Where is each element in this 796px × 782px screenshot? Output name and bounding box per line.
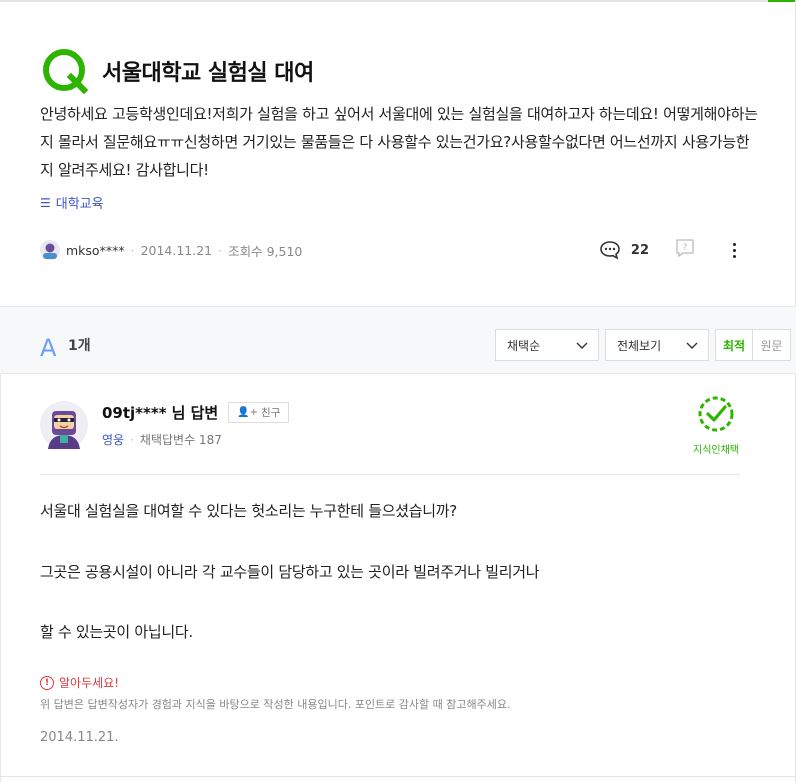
more-dot-icon [733, 248, 736, 252]
question-title: 서울대학교 실험실 대여 [102, 61, 314, 86]
question-tag-label: 대학교육 [55, 197, 104, 212]
more-dot-icon [733, 242, 736, 246]
comment-count: 22 [630, 242, 649, 258]
order-toggle: 최적 원문 [715, 329, 791, 361]
answer-line: 그곳은 공용시설이 아니라 각 교수들이 담당하고 있는 곳이라 빌려주거나 빌… [40, 563, 540, 581]
question-views: 조회수 9,510 [228, 243, 303, 259]
meta-separator: · [218, 242, 223, 258]
answer-line: 할 수 있는곳이 아닙니다. [40, 623, 193, 641]
notice-text: 위 답변은 답변작성자가 경험과 지식을 바탕으로 작성한 내용입니다. 포인트… [40, 698, 511, 711]
add-friend-label: 친구 [261, 407, 281, 419]
answer-date: 2014.11.21. [40, 730, 119, 745]
more-options-button[interactable] [733, 242, 736, 258]
sort-best-button[interactable]: 최적 [716, 330, 753, 360]
report-icon: ? [676, 239, 694, 258]
answer-suffix: 님 답변 [171, 404, 219, 422]
comment-icon [600, 241, 620, 260]
top-accent-bar [768, 0, 796, 2]
comment-button[interactable]: 22 [599, 240, 649, 260]
question-tag[interactable]: ☰ 대학교육 [40, 193, 104, 213]
answer-line: 서울대 실험실을 대여할 수 있다는 헛소리는 누구한테 들으셨습니까? [40, 502, 457, 520]
answerer-info: 09tj**** 님 답변 👤+ 친구 [102, 402, 290, 423]
warning-icon: ! [40, 675, 54, 690]
chevron-down-icon [576, 342, 588, 349]
add-friend-button[interactable]: 👤+ 친구 [228, 402, 290, 423]
question-q-icon [43, 49, 89, 95]
answer-count: 1개 [68, 338, 91, 354]
more-dot-icon [733, 254, 736, 258]
sort-original-button[interactable]: 원문 [753, 330, 790, 360]
report-button[interactable]: ? [675, 238, 695, 262]
notice-title: 알아두세요! [59, 676, 120, 690]
answer-a-icon: A [40, 334, 57, 362]
answerer-name[interactable]: 09tj**** [102, 404, 167, 422]
adopted-badge-label: 지식인채택 [693, 445, 739, 456]
sort-select[interactable]: 채택순 [495, 329, 599, 361]
question-header: 서울대학교 실험실 대여 [40, 46, 314, 96]
meta-separator: · [130, 432, 134, 447]
bottom-divider [0, 776, 796, 777]
view-select-value: 전체보기 [617, 338, 662, 353]
sort-select-value: 채택순 [507, 338, 541, 353]
top-divider [0, 0, 796, 2]
answerer-rank: 영웅 [102, 433, 125, 447]
meta-separator: · [130, 242, 135, 258]
question-body: 안녕하세요 고등학생인데요!저희가 실험을 하고 싶어서 서울대에 있는 실험실… [40, 105, 758, 179]
question-date: 2014.11.21 [140, 242, 213, 258]
answerer-adopted-count: 채택답변수 187 [139, 433, 222, 447]
add-friend-icon: 👤+ [237, 407, 259, 418]
svg-text:?: ? [683, 243, 688, 253]
view-select[interactable]: 전체보기 [605, 329, 709, 361]
category-icon: ☰ [40, 195, 51, 210]
adopted-badge: 지식인채택 [692, 394, 740, 456]
chevron-down-icon [686, 342, 698, 349]
answer-divider [40, 474, 740, 475]
author-avatar[interactable] [40, 240, 60, 260]
question-author[interactable]: mkso**** [66, 243, 125, 258]
question-actions: 22 ? [599, 238, 736, 262]
answer-card-border [0, 374, 1, 782]
question-meta: mkso**** · 2014.11.21 · 조회수 9,510 [40, 240, 302, 260]
answerer-avatar[interactable] [40, 401, 88, 449]
check-badge-icon [698, 396, 734, 432]
notice-heading: ! 알아두세요! [40, 674, 119, 691]
answerer-stats: 영웅 · 채택답변수 187 [102, 431, 222, 448]
